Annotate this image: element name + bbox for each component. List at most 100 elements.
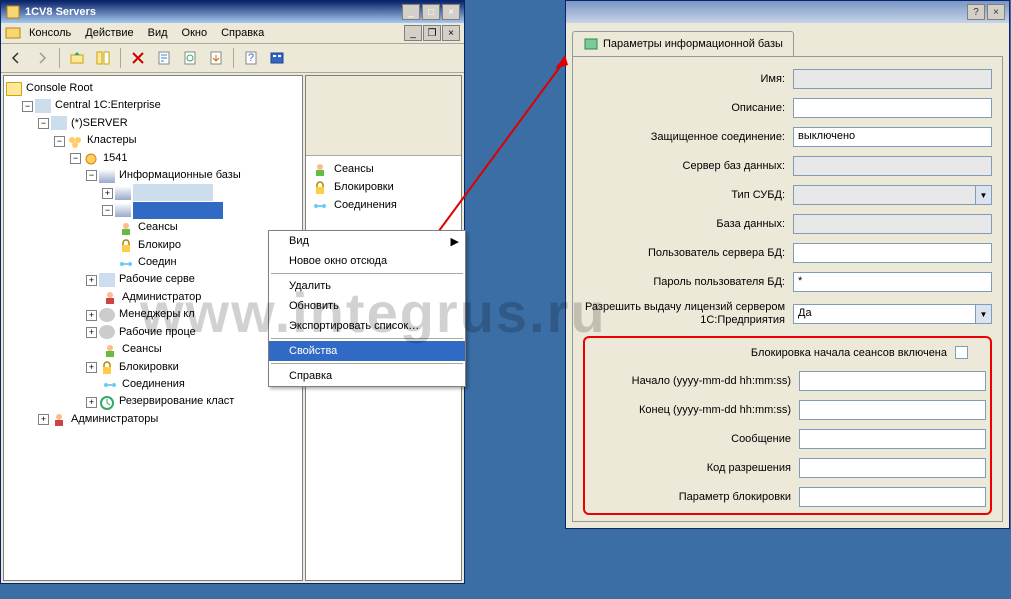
help-button[interactable]: ? [240, 47, 262, 69]
list-item[interactable]: Блокировки [310, 178, 457, 196]
ctx-properties[interactable]: Свойства [269, 341, 465, 361]
tree-backup[interactable]: +Резервирование класт [6, 393, 300, 410]
up-button[interactable] [66, 47, 88, 69]
tree-root[interactable]: Console Root [6, 80, 300, 97]
view-button[interactable] [266, 47, 288, 69]
properties-dialog: ? × Параметры информационной базы Имя: О… [565, 0, 1010, 529]
tree-admins[interactable]: +Администраторы [6, 411, 300, 428]
expand-icon[interactable]: + [86, 397, 97, 408]
license-select[interactable]: Да▼ [793, 304, 992, 324]
tree-pane[interactable]: Console Root −Central 1C:Enterprise −(*)… [3, 75, 303, 581]
tree-locks2[interactable]: +Блокировки [6, 359, 300, 376]
list-item[interactable]: Сеансы [310, 160, 457, 178]
desc-input[interactable] [793, 98, 992, 118]
close-button[interactable]: × [442, 4, 460, 20]
chevron-down-icon[interactable]: ▼ [975, 186, 991, 204]
collapse-icon[interactable]: − [86, 170, 97, 181]
menu-help[interactable]: Справка [215, 25, 270, 41]
tree-ib1[interactable]: + [6, 184, 300, 201]
menubar: Консоль Действие Вид Окно Справка _ ❐ × [1, 23, 464, 44]
tree-managers[interactable]: +Менеджеры кл [6, 306, 300, 323]
tree-infobases[interactable]: −Информационные базы [6, 167, 300, 184]
tree-1541[interactable]: −1541 [6, 150, 300, 167]
back-button[interactable] [5, 47, 27, 69]
dialog-titlebar[interactable]: ? × [566, 1, 1009, 23]
tree-connections2[interactable]: Соединения [6, 376, 300, 393]
toolbar: ? [1, 44, 464, 73]
field-label: Имя: [583, 73, 793, 86]
expand-icon[interactable]: + [86, 362, 97, 373]
end-input[interactable] [799, 400, 986, 420]
ctx-delete[interactable]: Удалить [269, 276, 465, 296]
refresh-button[interactable] [179, 47, 201, 69]
ctx-refresh[interactable]: Обновить [269, 296, 465, 316]
collapse-icon[interactable]: − [102, 205, 113, 216]
tab-params[interactable]: Параметры информационной базы [572, 31, 794, 56]
dbpass-input[interactable]: * [793, 272, 992, 292]
tree-clusters[interactable]: −Кластеры [6, 132, 300, 149]
chevron-down-icon[interactable]: ▼ [975, 305, 991, 323]
mdi-minimize[interactable]: _ [404, 25, 422, 41]
close-button[interactable]: × [987, 4, 1005, 20]
menu-console[interactable]: Консоль [23, 25, 77, 41]
minimize-button[interactable]: _ [402, 4, 420, 20]
field-license: Разрешить выдачу лицензий сервером 1С:Пр… [583, 301, 992, 327]
block-param-input[interactable] [799, 487, 986, 507]
ctx-separator [271, 338, 463, 339]
dbuser-input[interactable] [793, 243, 992, 263]
expand-icon[interactable]: + [86, 327, 97, 338]
connections-icon [118, 256, 134, 270]
help-button[interactable]: ? [967, 4, 985, 20]
expand-icon[interactable]: + [86, 275, 97, 286]
tree-locks[interactable]: Блокиро [6, 237, 300, 254]
field-label: Параметр блокировки [589, 491, 799, 504]
tree-sessions2[interactable]: Сеансы [6, 341, 300, 358]
titlebar[interactable]: 1CV8 Servers _ □ × [1, 1, 464, 23]
maximize-button[interactable]: □ [422, 4, 440, 20]
collapse-icon[interactable]: − [22, 101, 33, 112]
menu-window[interactable]: Окно [176, 25, 214, 41]
expand-icon[interactable]: + [86, 310, 97, 321]
tree-workservers[interactable]: +Рабочие серве [6, 271, 300, 288]
menu-action[interactable]: Действие [79, 25, 139, 41]
list-header [306, 76, 461, 156]
start-input[interactable] [799, 371, 986, 391]
list-content: Сеансы Блокировки Соединения [306, 156, 461, 218]
export-button[interactable] [205, 47, 227, 69]
show-tree-button[interactable] [92, 47, 114, 69]
dbserver-input[interactable] [793, 156, 992, 176]
delete-button[interactable] [127, 47, 149, 69]
ctx-new-window[interactable]: Новое окно отсюда [269, 251, 465, 271]
permit-code-input[interactable] [799, 458, 986, 478]
name-input[interactable] [793, 69, 992, 89]
gear-icon [99, 308, 115, 322]
dbtype-select[interactable]: ▼ [793, 185, 992, 205]
expand-icon[interactable]: + [102, 188, 113, 199]
server-icon [51, 116, 67, 130]
menu-view[interactable]: Вид [142, 25, 174, 41]
tree-server[interactable]: −(*)SERVER [6, 115, 300, 132]
collapse-icon[interactable]: − [38, 118, 49, 129]
tree-cluster-admins[interactable]: Администратор [6, 289, 300, 306]
ctx-help[interactable]: Справка [269, 366, 465, 386]
tree-sessions[interactable]: Сеансы [6, 219, 300, 236]
props-button[interactable] [153, 47, 175, 69]
tree-ib2-selected[interactable]: − [6, 202, 300, 219]
secure-select[interactable]: выключено▼ [793, 127, 992, 147]
mdi-restore[interactable]: ❐ [423, 25, 441, 41]
tree-central[interactable]: −Central 1C:Enterprise [6, 97, 300, 114]
expand-icon[interactable]: + [38, 414, 49, 425]
collapse-icon[interactable]: − [54, 136, 65, 147]
ctx-export[interactable]: Экспортировать список… [269, 316, 465, 336]
message-input[interactable] [799, 429, 986, 449]
tree-workprocs[interactable]: +Рабочие проце [6, 324, 300, 341]
dbname-input[interactable] [793, 214, 992, 234]
block-enabled-checkbox[interactable] [955, 346, 968, 359]
mdi-close[interactable]: × [442, 25, 460, 41]
ctx-view[interactable]: Вид▶ [269, 231, 465, 251]
list-item[interactable]: Соединения [310, 196, 457, 214]
tree-connections[interactable]: Соедин [6, 254, 300, 271]
forward-button[interactable] [31, 47, 53, 69]
field-label: Блокировка начала сеансов включена [589, 347, 955, 359]
collapse-icon[interactable]: − [70, 153, 81, 164]
